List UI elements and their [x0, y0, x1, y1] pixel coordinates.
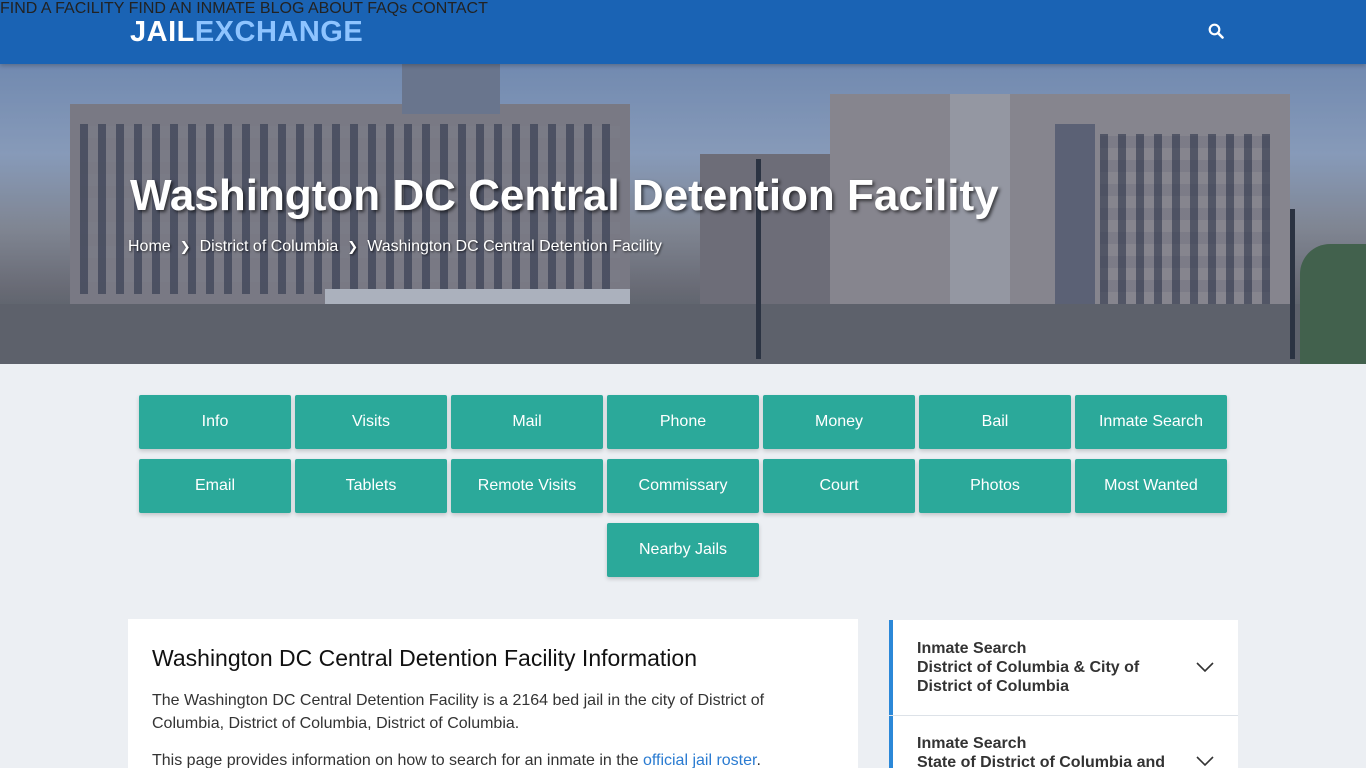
breadcrumb: Home ❯ District of Columbia ❯ Washington…	[128, 238, 662, 256]
mail-button[interactable]: Mail	[451, 395, 603, 449]
chevron-right-icon: ❯	[179, 239, 191, 254]
accordion-item-subtitle: District of Columbia & City of District …	[917, 659, 1140, 695]
chevron-down-icon[interactable]	[1196, 756, 1214, 766]
info-button[interactable]: Info	[139, 395, 291, 449]
inmate-search-button[interactable]: Inmate Search	[1075, 395, 1227, 449]
hero-banner: Washington DC Central Detention Facility…	[0, 64, 1366, 364]
accordion-item-label: Inmate Search State of District of Colum…	[917, 734, 1187, 768]
tablets-button[interactable]: Tablets	[295, 459, 447, 513]
breadcrumb-home[interactable]: Home	[128, 238, 171, 256]
money-button[interactable]: Money	[763, 395, 915, 449]
bail-button[interactable]: Bail	[919, 395, 1071, 449]
photos-button[interactable]: Photos	[919, 459, 1071, 513]
commissary-button[interactable]: Commissary	[607, 459, 759, 513]
nav-find-facility[interactable]: FIND A FACILITY	[0, 0, 124, 17]
email-button[interactable]: Email	[139, 459, 291, 513]
most-wanted-button[interactable]: Most Wanted	[1075, 459, 1227, 513]
roster-text-suffix: .	[756, 752, 761, 768]
accordion-item-title: Inmate Search	[917, 735, 1027, 752]
phone-button[interactable]: Phone	[607, 395, 759, 449]
facility-info-card: Washington DC Central Detention Facility…	[128, 619, 858, 768]
logo-text-exchange: EXCHANGE	[194, 16, 364, 48]
accordion-item-subtitle: State of District of Columbia and	[917, 754, 1166, 768]
breadcrumb-state[interactable]: District of Columbia	[200, 238, 339, 256]
court-button[interactable]: Court	[763, 459, 915, 513]
remote-visits-button[interactable]: Remote Visits	[451, 459, 603, 513]
accordion-divider	[889, 715, 1238, 716]
search-icon[interactable]	[1208, 23, 1224, 39]
breadcrumb-current: Washington DC Central Detention Facility	[367, 238, 662, 255]
sidebar-accordion: Inmate Search District of Columbia & Cit…	[889, 620, 1238, 768]
roster-paragraph: This page provides information on how to…	[152, 749, 792, 768]
info-heading: Washington DC Central Detention Facility…	[152, 645, 697, 671]
top-navbar: JAILEXCHANGE FIND A FACILITY FIND AN INM…	[0, 0, 1366, 64]
nav-contact[interactable]: CONTACT	[412, 0, 488, 17]
official-jail-roster-link[interactable]: official jail roster	[643, 752, 757, 768]
page-title: Washington DC Central Detention Facility	[130, 171, 999, 220]
visits-button[interactable]: Visits	[295, 395, 447, 449]
nearby-jails-button[interactable]: Nearby Jails	[607, 523, 759, 577]
accordion-item-dc-inmate-search[interactable]: Inmate Search District of Columbia & Cit…	[889, 620, 1238, 715]
accordion-item-title: Inmate Search	[917, 640, 1027, 657]
accordion-item-label: Inmate Search District of Columbia & Cit…	[917, 639, 1187, 696]
site-logo[interactable]: JAILEXCHANGE	[130, 14, 363, 50]
nav-faqs[interactable]: FAQs	[367, 0, 407, 17]
chevron-right-icon: ❯	[347, 239, 359, 254]
accordion-item-state-inmate-search[interactable]: Inmate Search State of District of Colum…	[889, 716, 1238, 768]
info-paragraph: The Washington DC Central Detention Faci…	[152, 692, 765, 732]
logo-text-jail: JAIL	[130, 16, 195, 48]
roster-text-prefix: This page provides information on how to…	[152, 752, 643, 768]
chevron-down-icon[interactable]	[1196, 662, 1214, 672]
